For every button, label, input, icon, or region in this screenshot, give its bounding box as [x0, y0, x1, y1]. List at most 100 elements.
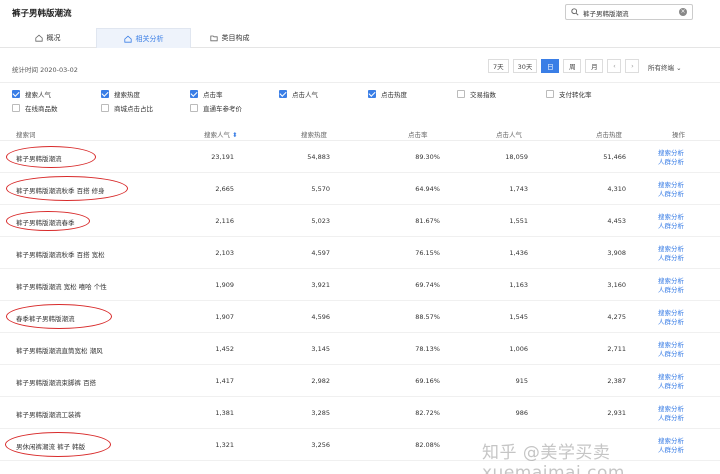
cell-search-heat: 3,256 — [311, 441, 330, 449]
search-analysis-link[interactable]: 搜索分析 — [658, 213, 684, 222]
checkbox[interactable] — [190, 90, 198, 98]
search-box[interactable]: × — [565, 4, 693, 20]
divider — [0, 82, 720, 83]
cell-keyword: 裤子男韩版潮流束脚裤 百搭 — [16, 379, 97, 387]
tab-bar: 概况 相关分析 类目构成 — [0, 28, 720, 48]
cell-click-popularity: 1,436 — [509, 249, 528, 257]
search-input[interactable] — [583, 7, 673, 18]
checkbox[interactable] — [12, 90, 20, 98]
row-actions: 搜索分析 人群分析 — [658, 309, 684, 327]
metric-click-rate[interactable]: 点击率 — [190, 89, 223, 99]
crowd-analysis-link[interactable]: 人群分析 — [658, 222, 684, 231]
search-analysis-link[interactable]: 搜索分析 — [658, 277, 684, 286]
chevron-right-icon[interactable]: › — [625, 59, 640, 73]
chevron-down-icon: ⌄ — [676, 64, 682, 72]
search-analysis-link[interactable]: 搜索分析 — [658, 405, 684, 414]
search-analysis-link[interactable]: 搜索分析 — [658, 341, 684, 350]
crowd-analysis-link[interactable]: 人群分析 — [658, 286, 684, 295]
search-analysis-link[interactable]: 搜索分析 — [658, 373, 684, 382]
cell-click-popularity: 18,059 — [505, 153, 528, 161]
tab-overview[interactable]: 概况 — [0, 28, 95, 48]
cell-click-rate: 64.94% — [415, 185, 440, 193]
cell-click-popularity: 1,743 — [509, 185, 528, 193]
cell-search-popularity: 23,191 — [211, 153, 234, 161]
period-month-button[interactable]: 月 — [585, 59, 604, 73]
cell-search-popularity: 1,909 — [215, 281, 234, 289]
cell-search-heat: 2,982 — [311, 377, 330, 385]
period-7d-button[interactable]: 7天 — [488, 59, 509, 73]
checkbox[interactable] — [279, 90, 287, 98]
metric-trade-index[interactable]: 交易指数 — [457, 89, 496, 99]
metric-click-popularity[interactable]: 点击人气 — [279, 89, 318, 99]
metric-mall-click-share[interactable]: 商城点击占比 — [101, 103, 153, 113]
checkbox[interactable] — [101, 104, 109, 112]
period-day-button[interactable]: 日 — [541, 59, 560, 73]
metric-online-items[interactable]: 在线商品数 — [12, 103, 58, 113]
table-row: 裤子男韩版潮流秋季 百搭 修身 2,665 5,570 64.94% 1,743 4,31… — [0, 173, 720, 205]
cell-search-popularity: 1,452 — [215, 345, 234, 353]
checkbox[interactable] — [546, 90, 554, 98]
cell-click-heat: 2,711 — [607, 345, 626, 353]
crowd-analysis-link[interactable]: 人群分析 — [658, 382, 684, 391]
tab-related-analysis[interactable]: 相关分析 — [96, 28, 191, 48]
sort-icon[interactable]: ⬍ — [232, 131, 237, 139]
metric-click-heat[interactable]: 点击热度 — [368, 89, 407, 99]
cell-search-popularity: 1,907 — [215, 313, 234, 321]
cell-click-popularity: 1,006 — [509, 345, 528, 353]
metric-label: 点击率 — [203, 91, 223, 99]
metric-filters: 搜索人气 搜索热度 点击率 点击人气 点击热度 交易指数 支付转化率 在线商品数… — [12, 89, 712, 115]
col-search-popularity[interactable]: 搜索人气 ⬍ — [204, 129, 238, 139]
metric-label: 直通车参考价 — [203, 105, 242, 113]
cell-search-heat: 5,570 — [311, 185, 330, 193]
checkbox[interactable] — [190, 104, 198, 112]
crowd-analysis-link[interactable]: 人群分析 — [658, 254, 684, 263]
cell-search-popularity: 1,417 — [215, 377, 234, 385]
search-analysis-link[interactable]: 搜索分析 — [658, 181, 684, 190]
checkbox[interactable] — [457, 90, 465, 98]
metric-search-popularity[interactable]: 搜索人气 — [12, 89, 51, 99]
cell-keyword: 男休闲裤潮流 裤子 韩版 — [16, 443, 86, 451]
search-analysis-link[interactable]: 搜索分析 — [658, 309, 684, 318]
cell-search-popularity: 1,321 — [215, 441, 234, 449]
tab-label: 类目构成 — [221, 34, 250, 42]
checkbox[interactable] — [12, 104, 20, 112]
search-icon — [571, 8, 579, 16]
period-30d-button[interactable]: 30天 — [512, 59, 538, 73]
cell-keyword: 裤子男韩版潮流 宽松 嘻哈 个性 — [16, 283, 107, 291]
crowd-analysis-link[interactable]: 人群分析 — [658, 190, 684, 199]
cell-keyword: 裤子男韩版潮流直筒宽松 潮风 — [16, 347, 103, 355]
crowd-analysis-link[interactable]: 人群分析 — [658, 350, 684, 359]
tab-category[interactable]: 类目构成 — [182, 28, 277, 48]
table-header: 搜索词 搜索人气 ⬍ 搜索热度 点击率 点击人气 点击热度 操作 — [0, 125, 720, 141]
tab-label: 相关分析 — [135, 34, 164, 43]
cell-search-heat: 3,285 — [311, 409, 330, 417]
cell-click-rate: 88.57% — [415, 313, 440, 321]
checkbox[interactable] — [101, 90, 109, 98]
metric-label: 支付转化率 — [559, 91, 592, 99]
home-icon — [34, 34, 43, 42]
crowd-analysis-link[interactable]: 人群分析 — [658, 158, 684, 167]
row-actions: 搜索分析 人群分析 — [658, 181, 684, 199]
checkbox[interactable] — [368, 90, 376, 98]
cell-click-rate: 82.72% — [415, 409, 440, 417]
cell-click-popularity: 915 — [515, 377, 528, 385]
period-week-button[interactable]: 周 — [563, 59, 582, 73]
metric-pay-conversion[interactable]: 支付转化率 — [546, 89, 592, 99]
metric-label: 交易指数 — [470, 91, 496, 99]
crowd-analysis-link[interactable]: 人群分析 — [658, 414, 684, 423]
page-title: 裤子男韩版潮流 — [12, 9, 72, 19]
cell-search-heat: 54,883 — [307, 153, 330, 161]
cell-search-popularity: 2,116 — [215, 217, 234, 225]
chevron-left-icon[interactable]: ‹ — [607, 59, 622, 73]
cell-click-heat: 51,466 — [603, 153, 626, 161]
metric-search-heat[interactable]: 搜索热度 — [101, 89, 140, 99]
search-analysis-link[interactable]: 搜索分析 — [658, 245, 684, 254]
crowd-analysis-link[interactable]: 人群分析 — [658, 318, 684, 327]
cell-keyword: 裤子男韩版潮流秋季 百搭 修身 — [16, 187, 105, 195]
cell-search-heat: 3,145 — [311, 345, 330, 353]
search-analysis-link[interactable]: 搜索分析 — [658, 149, 684, 158]
terminal-select[interactable]: 所有终端 ⌄ — [648, 62, 682, 72]
clear-icon[interactable]: × — [679, 8, 687, 16]
metric-ztc-price[interactable]: 直通车参考价 — [190, 103, 242, 113]
tab-label: 概况 — [46, 34, 61, 42]
